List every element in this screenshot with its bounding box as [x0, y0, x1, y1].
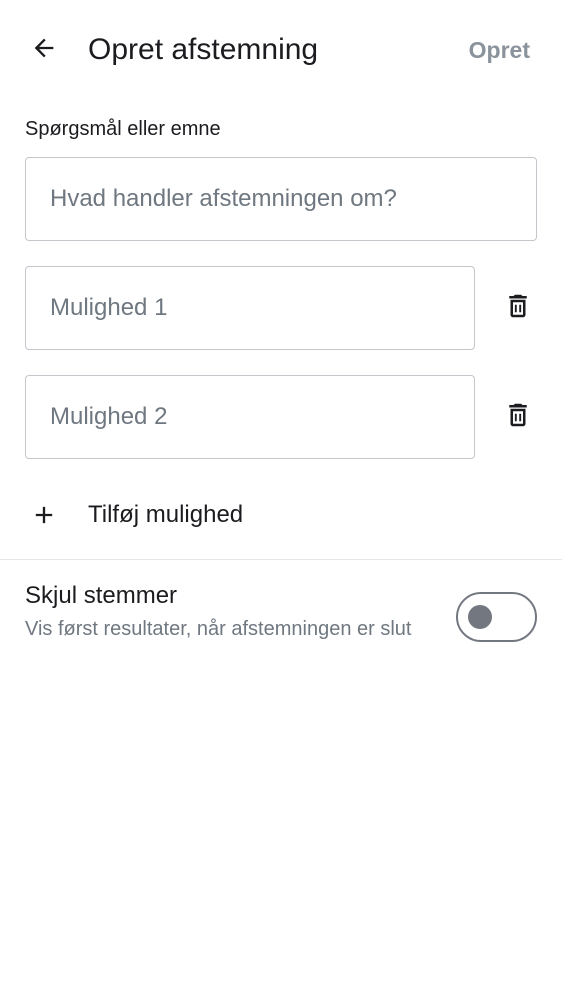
divider	[0, 559, 562, 560]
trash-icon	[503, 400, 533, 435]
delete-option-1-button[interactable]	[494, 284, 542, 332]
app-bar: Opret afstemning Opret	[0, 0, 562, 100]
option-2-input[interactable]	[25, 375, 475, 459]
arrow-back-icon	[30, 34, 58, 67]
add-option-button[interactable]: Tilføj mulighed	[20, 490, 320, 540]
page-title: Opret afstemning	[88, 33, 319, 66]
option-1-input[interactable]	[25, 266, 475, 350]
question-input[interactable]	[25, 157, 537, 241]
hide-votes-description: Vis først resultater, når afstemningen e…	[25, 618, 412, 640]
plus-icon	[20, 491, 68, 539]
back-button[interactable]	[20, 26, 68, 74]
hide-votes-setting: Skjul stemmer Vis først resultater, når …	[0, 570, 562, 680]
question-label: Spørgsmål eller emne	[25, 118, 221, 140]
toggle-thumb	[468, 605, 492, 629]
add-option-label: Tilføj mulighed	[88, 501, 244, 528]
create-button[interactable]: Opret	[469, 34, 530, 66]
hide-votes-title: Skjul stemmer	[25, 582, 178, 609]
trash-icon	[503, 291, 533, 326]
delete-option-2-button[interactable]	[494, 393, 542, 441]
hide-votes-toggle[interactable]	[456, 592, 537, 642]
